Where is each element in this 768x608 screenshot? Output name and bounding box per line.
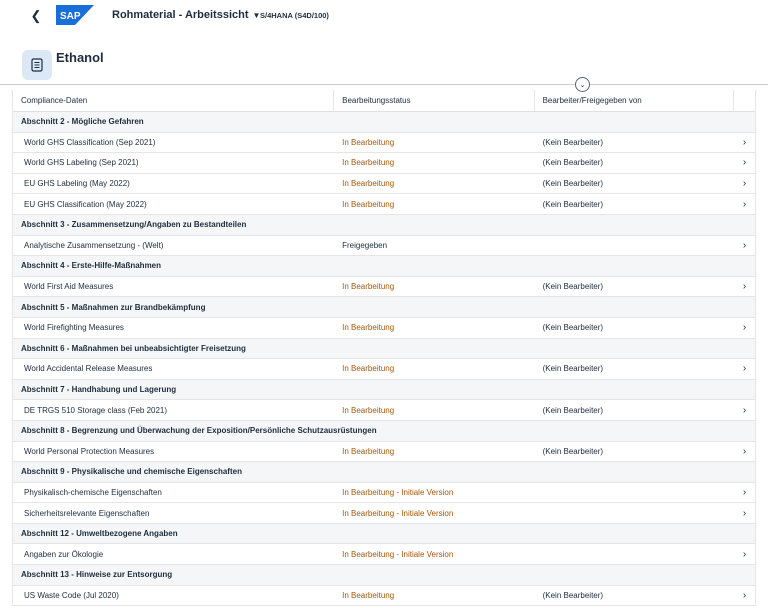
group-header-row: Abschnitt 5 - Maßnahmen zur Brandbekämpf…: [13, 297, 755, 318]
table-row[interactable]: US Waste Code (Jul 2020) In Bearbeitung (K…: [13, 585, 755, 607]
compliance-name-cell: World First Aid Measures: [24, 282, 114, 292]
group-header-row: Abschnitt 9 - Physikalische und chemisch…: [13, 462, 755, 483]
compliance-name-cell: World GHS Labeling (Sep 2021): [24, 158, 139, 168]
status-cell: In Bearbeitung: [342, 405, 395, 415]
chevron-right-icon[interactable]: ›: [734, 363, 755, 374]
header-divider: [0, 84, 768, 85]
compliance-name-cell: Angaben zur Ökologie: [24, 549, 104, 559]
status-cell: In Bearbeitung - Initiale Version: [342, 487, 454, 497]
table-row[interactable]: World GHS Classification (Sep 2021) In Be…: [13, 132, 755, 154]
table-row[interactable]: Sicherheitsrelevante Eigenschaften In Bea…: [13, 503, 755, 524]
group-header-row: Abschnitt 4 - Erste-Hilfe-Maßnahmen: [13, 256, 755, 277]
chevron-right-icon[interactable]: ›: [734, 508, 755, 519]
chevron-right-icon[interactable]: ›: [734, 446, 755, 457]
editor-cell: (Kein Bearbeiter): [542, 158, 604, 168]
status-cell: In Bearbeitung: [342, 158, 395, 168]
object-icon: [22, 50, 52, 80]
chevron-right-icon[interactable]: ›: [734, 240, 755, 251]
column-header-compliance[interactable]: Compliance-Daten: [13, 90, 335, 111]
document-icon: [31, 58, 43, 72]
group-header-row: Abschnitt 2 - Mögliche Gefahren: [13, 112, 755, 133]
group-header-row: Abschnitt 8 - Begrenzung und Überwachung…: [13, 420, 755, 442]
table-row[interactable]: World GHS Labeling (Sep 2021) In Bearbeit…: [13, 153, 755, 174]
compliance-name-cell: World Accidental Release Measures: [24, 364, 153, 374]
chevron-down-icon: ⌄: [579, 81, 586, 89]
status-cell: In Bearbeitung: [342, 282, 395, 292]
status-cell: In Bearbeitung: [342, 590, 395, 600]
group-header-row: Abschnitt 12 - Umweltbezogene Angaben: [13, 523, 755, 545]
table-row[interactable]: World First Aid Measures In Bearbeitung (K…: [13, 276, 755, 298]
compliance-name-cell: US Waste Code (Jul 2020): [24, 590, 119, 600]
editor-cell: (Kein Bearbeiter): [542, 179, 604, 189]
table-row[interactable]: Angaben zur Ökologie In Bearbeitung - Ini…: [13, 544, 755, 566]
table-row[interactable]: Analytische Zusammensetzung - (Welt) Frei…: [13, 235, 755, 257]
chevron-right-icon[interactable]: ›: [734, 178, 755, 189]
app-title-menu[interactable]: Rohmaterial - Arbeitssicht ▼: [112, 9, 260, 21]
editor-cell: (Kein Bearbeiter): [542, 590, 604, 600]
group-header-row: Abschnitt 3 - Zusammensetzung/Angaben zu…: [13, 214, 755, 236]
status-cell: In Bearbeitung - Initiale Version: [342, 508, 454, 518]
group-header-row: Abschnitt 7 - Handhabung und Lagerung: [13, 379, 755, 401]
system-id: S/4HANA (S4D/100): [260, 11, 329, 20]
chevron-right-icon[interactable]: ›: [734, 199, 755, 210]
table-row[interactable]: EU GHS Classification (May 2022) In Bearb…: [13, 194, 755, 215]
table-row[interactable]: World Firefighting Measures In Bearbeitun…: [13, 317, 755, 339]
object-title: Ethanol: [56, 50, 104, 65]
table-row[interactable]: Physikalisch-chemische Eigenschaften In B…: [13, 482, 755, 504]
chevron-right-icon[interactable]: ›: [734, 157, 755, 168]
status-cell: In Bearbeitung: [342, 199, 395, 209]
table-body: Abschnitt 2 - Mögliche Gefahren World GHS…: [13, 112, 755, 607]
editor-cell: (Kein Bearbeiter): [542, 137, 604, 147]
status-cell: In Bearbeitung: [342, 446, 395, 456]
status-cell: Freigegeben: [342, 240, 388, 250]
column-header-status[interactable]: Bearbeitungsstatus: [334, 90, 535, 111]
chevron-right-icon[interactable]: ›: [734, 137, 755, 148]
status-cell: In Bearbeitung: [342, 323, 395, 333]
table-header: Compliance-Daten Bearbeitungsstatus Bear…: [13, 90, 755, 112]
group-header-row: Abschnitt 13 - Hinweise zur Entsorgung: [13, 565, 755, 586]
column-header-editor[interactable]: Bearbeiter/Freigegeben von: [535, 90, 735, 111]
compliance-name-cell: Physikalisch-chemische Eigenschaften: [24, 487, 162, 497]
compliance-name-cell: World Personal Protection Measures: [24, 446, 155, 456]
compliance-name-cell: EU GHS Labeling (May 2022): [24, 179, 130, 189]
compliance-name-cell: World GHS Classification (Sep 2021): [24, 137, 156, 147]
editor-cell: (Kein Bearbeiter): [542, 199, 604, 209]
status-cell: In Bearbeitung: [342, 179, 395, 189]
group-header-row: Abschnitt 6 - Maßnahmen bei unbeabsichti…: [13, 338, 755, 360]
compliance-name-cell: Sicherheitsrelevante Eigenschaften: [24, 508, 150, 518]
chevron-right-icon[interactable]: ›: [734, 281, 755, 292]
status-cell: In Bearbeitung: [342, 364, 395, 374]
status-cell: In Bearbeitung: [342, 137, 395, 147]
table-row[interactable]: EU GHS Labeling (May 2022) In Bearbeitung…: [13, 173, 755, 195]
shell-bar: ❮ SAP Rohmaterial - Arbeitssicht ▼ S/4HA…: [0, 0, 768, 32]
editor-cell: (Kein Bearbeiter): [542, 405, 604, 415]
chevron-right-icon[interactable]: ›: [734, 549, 755, 560]
editor-cell: (Kein Bearbeiter): [542, 446, 604, 456]
chevron-right-icon[interactable]: ›: [734, 590, 755, 601]
compliance-name-cell: DE TRGS 510 Storage class (Feb 2021): [24, 405, 168, 415]
table-row[interactable]: World Personal Protection Measures In Bea…: [13, 441, 755, 463]
back-button[interactable]: ❮: [28, 8, 44, 24]
editor-cell: (Kein Bearbeiter): [542, 282, 604, 292]
chevron-left-icon: ❮: [30, 8, 42, 23]
chevron-right-icon[interactable]: ›: [734, 405, 755, 416]
table-row[interactable]: World Accidental Release Measures In Bear…: [13, 359, 755, 380]
compliance-table: Compliance-Daten Bearbeitungsstatus Bear…: [12, 90, 756, 607]
editor-cell: (Kein Bearbeiter): [542, 364, 604, 374]
chevron-right-icon[interactable]: ›: [734, 487, 755, 498]
compliance-name-cell: EU GHS Classification (May 2022): [24, 199, 147, 209]
editor-cell: (Kein Bearbeiter): [542, 323, 604, 333]
compliance-name-cell: World Firefighting Measures: [24, 323, 124, 333]
column-header-nav: [734, 90, 755, 111]
sap-logo-text: SAP: [60, 11, 81, 22]
compliance-name-cell: Analytische Zusammensetzung - (Welt): [24, 240, 164, 250]
chevron-right-icon[interactable]: ›: [734, 322, 755, 333]
sap-logo[interactable]: SAP: [56, 5, 94, 25]
table-row[interactable]: DE TRGS 510 Storage class (Feb 2021) In B…: [13, 400, 755, 421]
status-cell: In Bearbeitung - Initiale Version: [342, 549, 454, 559]
app-title: Rohmaterial - Arbeitssicht: [112, 9, 249, 21]
